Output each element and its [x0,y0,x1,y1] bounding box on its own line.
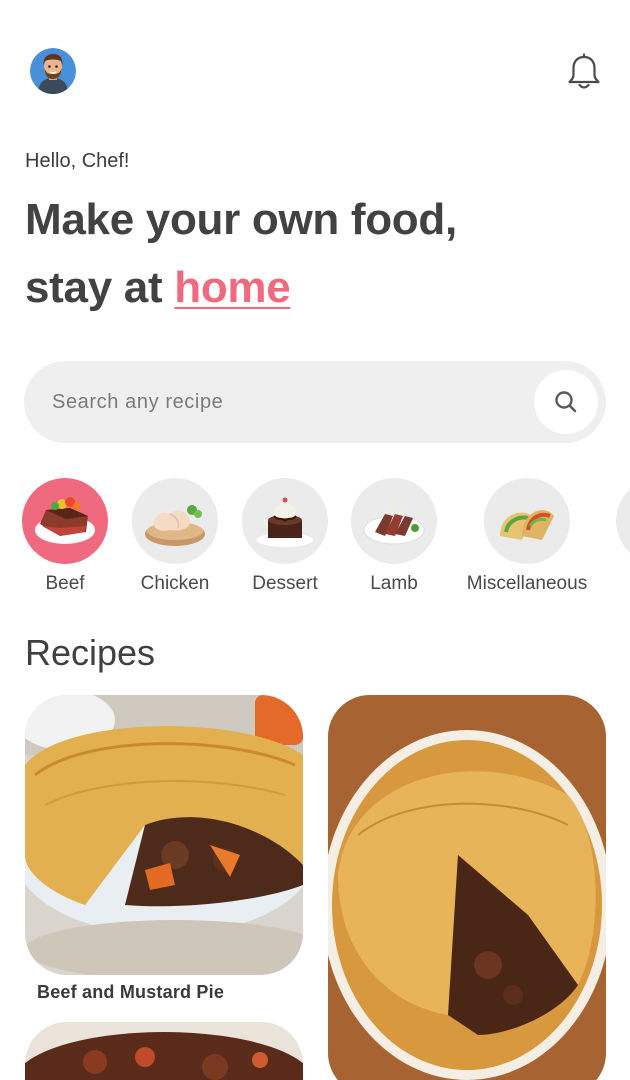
recipes-section-title: Recipes [25,632,156,673]
partial-category-thumbnail [616,478,630,564]
category-lamb[interactable]: Lamb [351,478,437,595]
lamb-chops-icon [363,499,425,545]
category-dessert[interactable]: Dessert [242,478,328,595]
recipe-card-title: Beef and Mustard Pie [37,982,225,1002]
search-icon [555,391,577,413]
dessert-thumbnail [242,478,328,564]
greeting-text: Hello, Chef! [25,150,130,172]
top-bar [0,0,630,130]
headline-line-2: stay at home [25,254,605,322]
beef-steak-icon [35,497,95,544]
lamb-thumbnail [351,478,437,564]
category-label: Chicken [140,573,210,594]
tacos-icon [500,510,554,540]
recipe-card[interactable] [25,695,303,975]
beef-thumbnail [22,478,108,564]
headline-line-1: Make your own food, [25,195,457,244]
search-bar [24,361,606,443]
headline-line-2-prefix: stay at [25,263,175,312]
headline-accent-word: home [174,263,291,312]
category-list: Beef Chicken Dessert Lamb Miscellaneous [0,478,630,598]
search-button[interactable] [534,370,598,434]
recipe-card[interactable] [25,1022,303,1080]
recipe-card[interactable] [328,695,606,1080]
recipe-pie-image [328,695,606,1080]
chicken-icon [145,505,205,546]
user-avatar-icon [30,48,76,94]
beef-and-mustard-pie-image [25,695,303,975]
bell-icon [568,53,600,89]
category-beef[interactable]: Beef [22,478,108,595]
category-chicken[interactable]: Chicken [132,478,218,595]
page-headline: Make your own food, stay at home [25,186,605,322]
category-miscellaneous[interactable]: Miscellaneous [462,478,592,595]
recipe-stew-image [25,1022,303,1080]
category-label: Lamb [370,573,418,594]
category-partial[interactable] [616,478,630,564]
category-label: Miscellaneous [466,573,588,594]
miscellaneous-thumbnail [484,478,570,564]
avatar[interactable] [30,48,76,94]
category-label: Dessert [252,573,318,594]
cake-icon [257,497,313,547]
category-label: Beef [45,573,85,594]
notifications-button[interactable] [562,50,606,94]
chicken-thumbnail [132,478,218,564]
search-input[interactable] [52,361,542,443]
